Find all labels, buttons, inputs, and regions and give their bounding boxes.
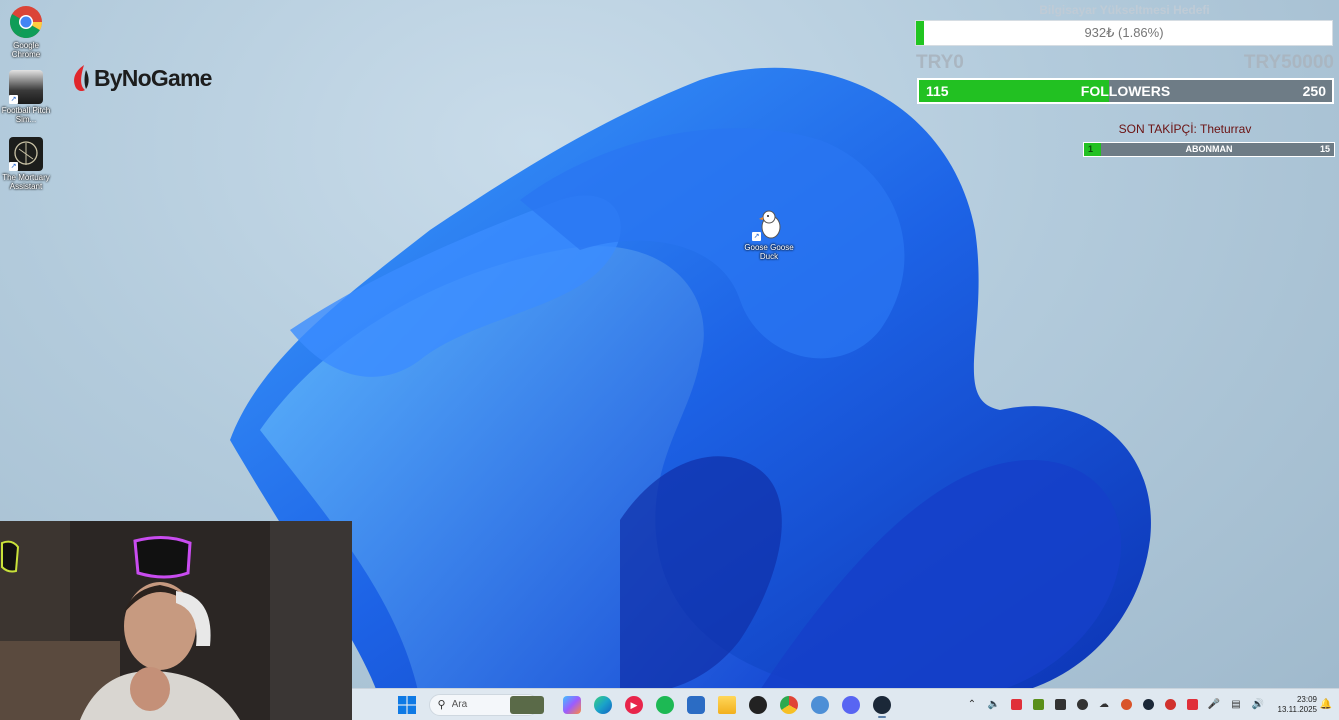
followers-goal-bar: FOLLOWERS 115 250 [917,78,1334,104]
desktop-icon-label: Football Pitch Sim... [1,106,51,124]
taskbar-spotify[interactable] [652,692,678,718]
clock-time: 23:09 [1296,694,1317,704]
desktop-icon-label: Goose Goose Duck [744,243,794,261]
valorant-icon[interactable] [1008,697,1024,713]
chrome-icon [780,695,798,714]
taskbar-media-player[interactable]: ▶ [621,692,647,718]
recording-icon[interactable] [1162,697,1178,713]
steam-tray-icon[interactable] [1140,697,1156,713]
taskbar-file-explorer[interactable] [714,692,740,718]
subscribers-goal-bar: ABONMAN 1 15 [1083,142,1335,157]
subscribers-target-count: 15 [1319,144,1330,154]
file-explorer-icon [718,695,736,714]
taskbar-github[interactable] [745,692,771,718]
taskbar-store[interactable] [683,692,709,718]
taskbar-discord[interactable] [838,692,864,718]
windows-icon [398,695,416,714]
donation-goal-amount: 932₺ (1.86%) [1084,25,1164,40]
search-icon: ⚲ [437,699,446,711]
red-app-icon[interactable] [1184,697,1200,713]
chrome-icon [9,5,43,39]
taskbar-steam[interactable] [869,692,895,718]
steam-icon [873,695,891,714]
start-button[interactable] [394,692,420,718]
chevron-up-icon[interactable]: ⌃ [964,697,980,713]
store-icon [687,695,705,714]
subscribers-goal-label: ABONMAN [1185,144,1233,154]
taskbar-edge[interactable] [590,692,616,718]
webcam-feed [0,521,352,720]
settings-icon [811,695,829,714]
football-pitch-icon: ↗ [9,70,43,104]
network-icon[interactable]: ▤ [1228,697,1244,713]
nvidia-icon[interactable] [1030,697,1046,713]
taskbar-copilot[interactable] [559,692,585,718]
github-icon [749,695,767,714]
volume-icon[interactable]: 🔈 [986,697,1002,713]
shortcut-arrow-icon: ↗ [9,162,18,171]
bynogame-logo: ByNoGame [70,64,212,92]
donation-goal-bar: 932₺ (1.86%) [915,20,1333,46]
app-tray-icon[interactable] [1052,697,1068,713]
mortuary-assistant-icon: ↗ [9,137,43,171]
followers-goal-label: FOLLOWERS [1080,83,1171,99]
taskbar-chrome[interactable] [776,692,802,718]
goose-icon: ↗ [752,207,786,241]
desktop-icon-chrome[interactable]: Google Chrome [0,5,52,59]
shortcut-arrow-icon: ↗ [752,232,761,241]
speaker-icon[interactable]: 🔊 [1250,697,1266,713]
donation-goal-title: Bilgisayar Yükseltmesi Hedefi [1039,3,1210,17]
subscribers-current-count: 1 [1088,144,1094,154]
clock-date: 13.11.2025 [1277,704,1317,714]
desktop-icon-label: The Mortuary Assistant [2,173,50,191]
desktop-icon-label: Google Chrome [11,41,41,59]
notification-bell-icon[interactable]: 🔔 [1319,698,1333,712]
spotify-icon [656,695,674,714]
obs-icon[interactable] [1074,697,1090,713]
search-input[interactable] [449,698,512,711]
donation-goal-max: TRY50000 [1243,52,1334,73]
donation-goal-min: TRY0 [916,52,964,73]
bynogame-flame-icon [74,65,89,92]
taskbar: ⚲ ▶ ⌃ 🔈 ☁ 🎤 ▤ 🔊 23:09 13.11.2025 🔔 [352,688,1339,720]
active-app-indicator [878,715,886,718]
system-tray: ⌃ 🔈 ☁ 🎤 ▤ 🔊 23:09 13.11.2025 🔔 [961,695,1339,715]
cloud-icon[interactable]: ☁ [1096,697,1112,713]
shortcut-arrow-icon: ↗ [9,95,18,104]
search-highlight-image [509,695,544,714]
microphone-icon[interactable]: 🎤 [1206,697,1222,713]
followers-target-count: 250 [1302,83,1326,99]
copilot-icon [563,695,581,714]
desktop-icon-football-pitch[interactable]: ↗ Football Pitch Sim... [0,70,52,124]
discord-icon [842,695,860,714]
game-tray-icon[interactable] [1118,697,1134,713]
taskbar-settings[interactable] [807,692,833,718]
media-player-icon: ▶ [625,695,643,714]
followers-current-count: 115 [926,83,949,99]
taskbar-search[interactable]: ⚲ [428,693,544,716]
edge-icon [594,695,612,714]
desktop-icon-goose-goose-duck[interactable]: ↗ Goose Goose Duck [740,207,798,261]
taskbar-clock[interactable]: 23:09 13.11.2025 [1273,695,1317,715]
last-follower-text: SON TAKİPÇİ: Theturrav [1118,122,1252,136]
desktop-icon-mortuary-assistant[interactable]: ↗ The Mortuary Assistant [0,137,52,191]
bynogame-logo-text: ByNoGame [94,64,212,91]
